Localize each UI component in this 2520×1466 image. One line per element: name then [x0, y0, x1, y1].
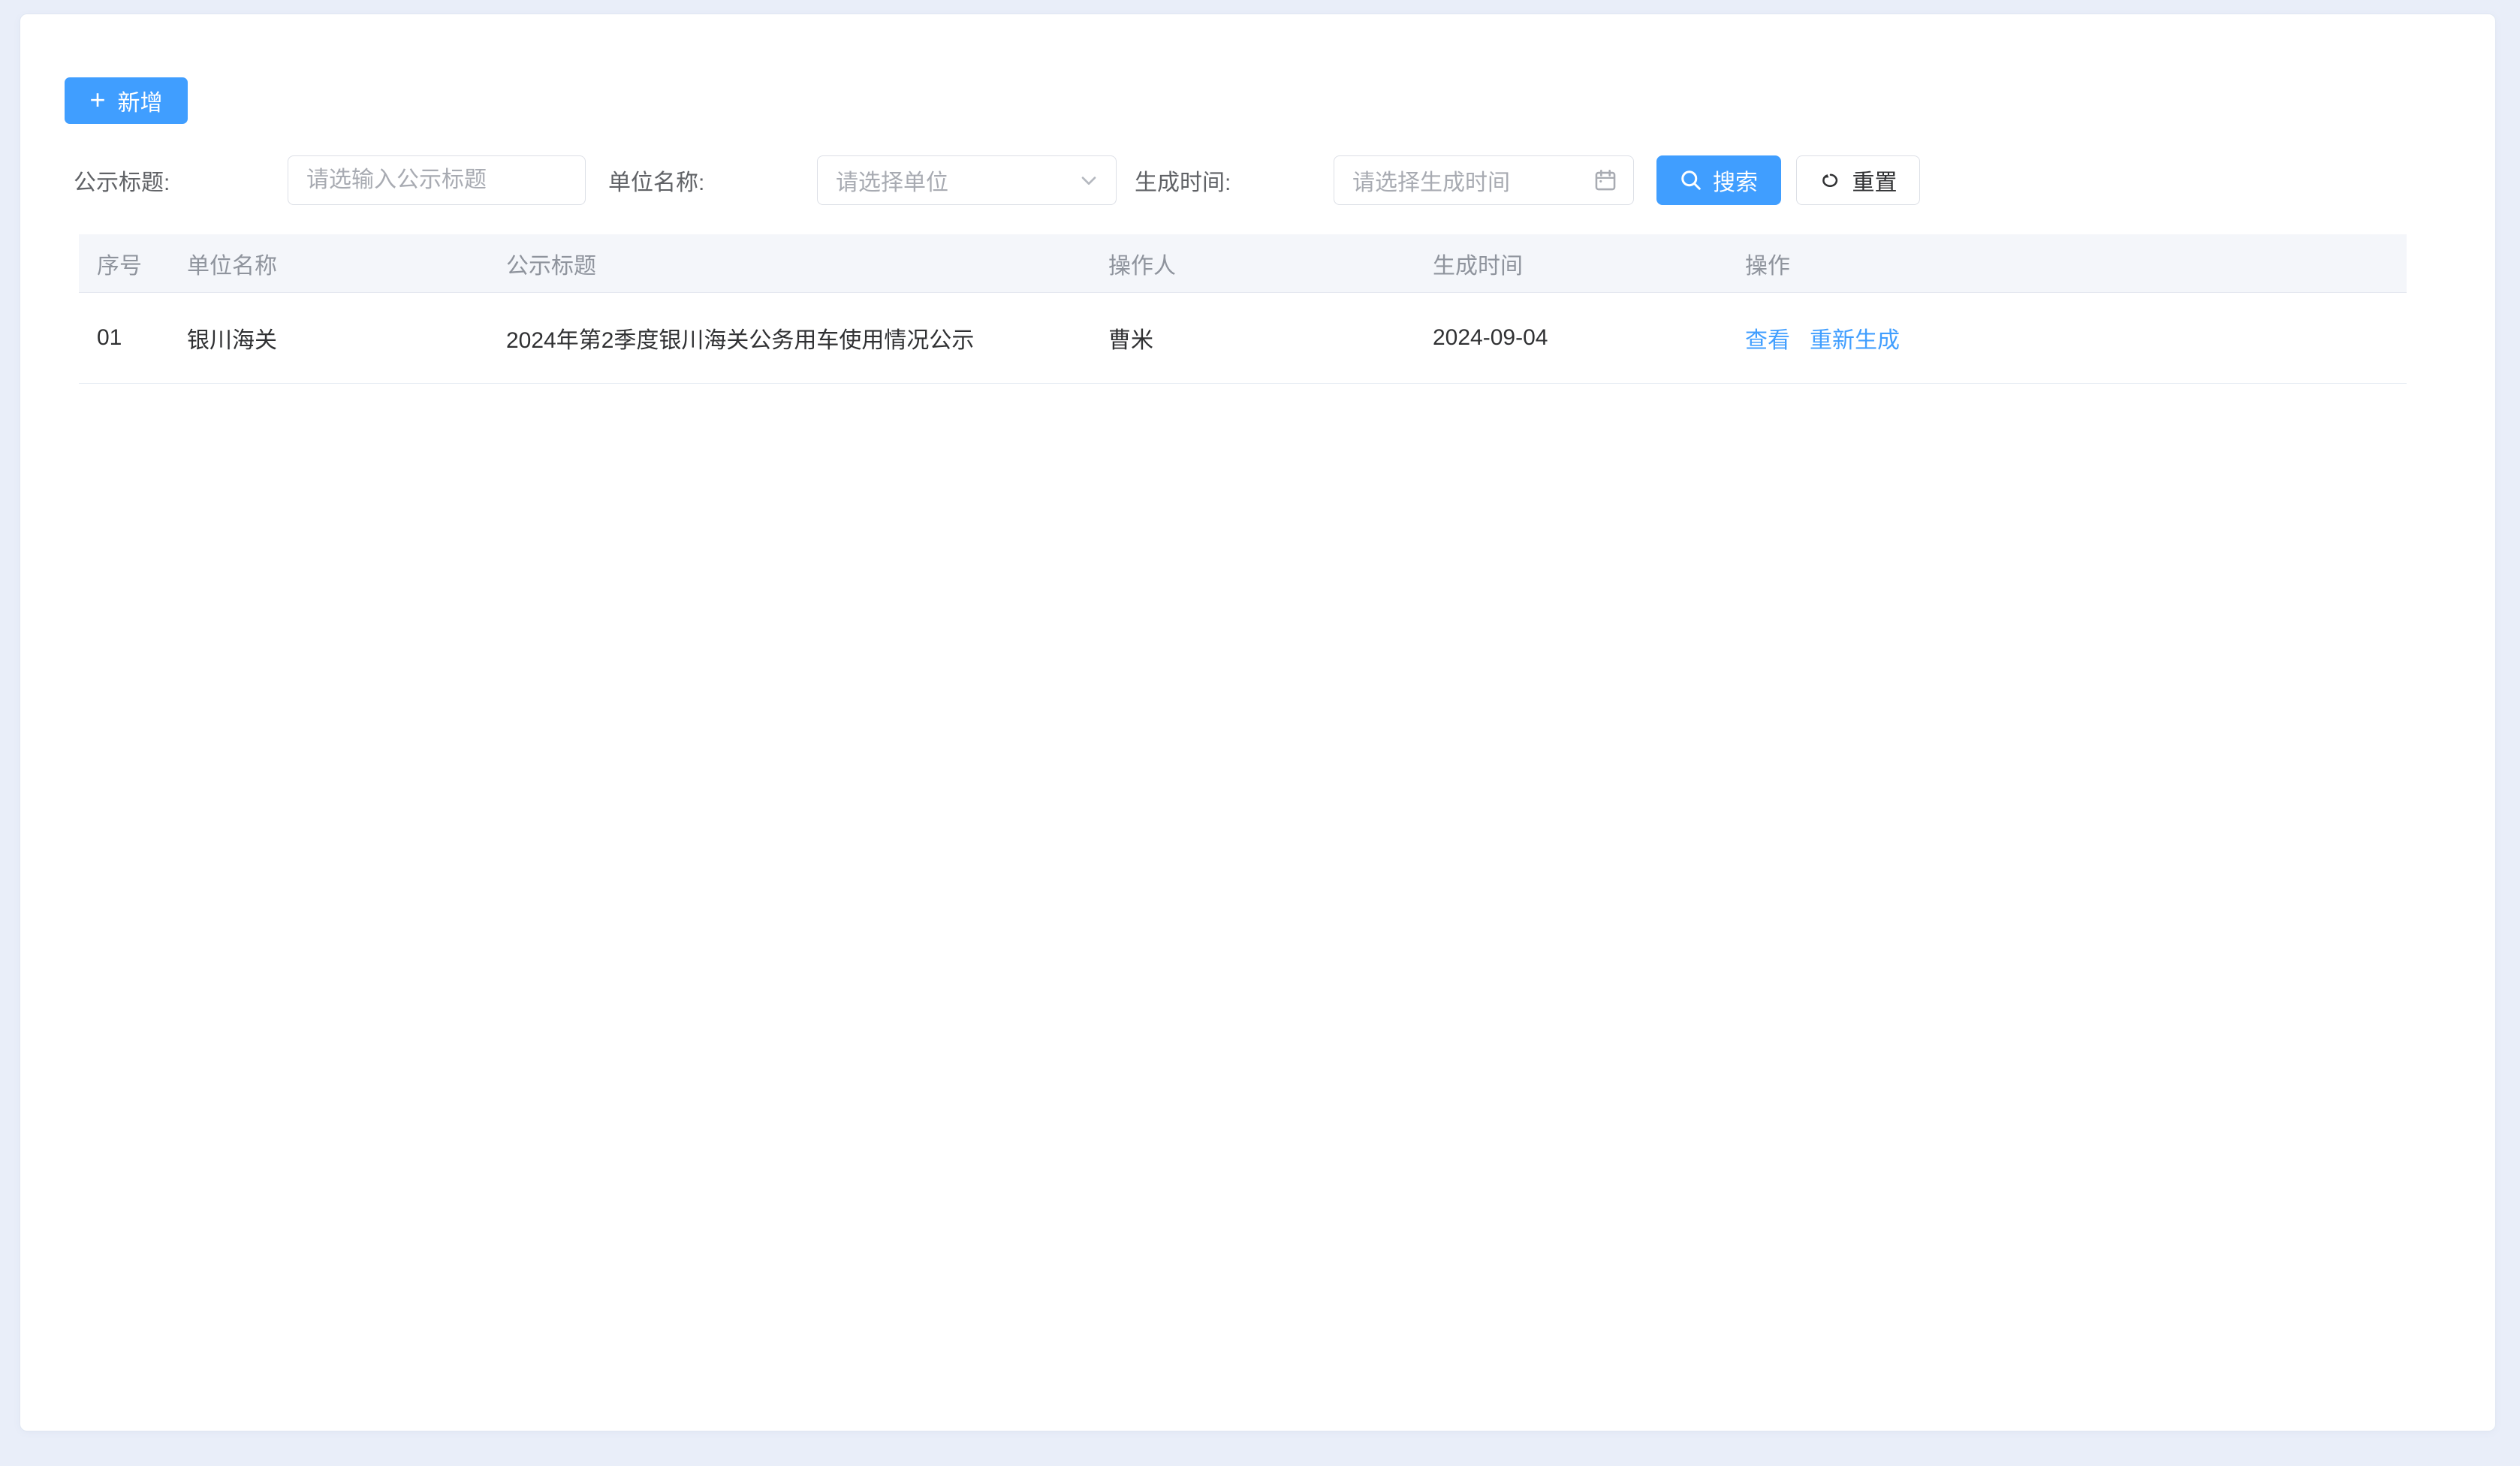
reset-button-label: 重置 [1852, 164, 1898, 197]
cell-seq: 01 [79, 293, 169, 383]
regenerate-link[interactable]: 重新生成 [1810, 321, 1900, 354]
cell-unit: 银川海关 [169, 293, 488, 383]
title-filter-label: 公示标题: [74, 164, 288, 197]
calendar-icon [1593, 167, 1618, 193]
col-header-operator: 操作人 [1090, 234, 1415, 292]
reset-button[interactable]: 重置 [1796, 155, 1920, 205]
time-picker-input[interactable]: 请选择生成时间 [1334, 155, 1634, 205]
time-filter-label: 生成时间: [1135, 164, 1334, 197]
cell-actions: 查看 重新生成 [1727, 293, 2407, 383]
notice-table: 序号 单位名称 公示标题 操作人 生成时间 操作 01 银川海关 2024年第2… [79, 234, 2407, 384]
col-header-unit: 单位名称 [169, 234, 488, 292]
table-header-row: 序号 单位名称 公示标题 操作人 生成时间 操作 [79, 234, 2407, 293]
cell-generated-at: 2024-09-04 [1415, 293, 1727, 383]
add-button[interactable]: + 新增 [65, 77, 188, 124]
col-header-actions: 操作 [1727, 234, 2407, 292]
cell-title: 2024年第2季度银川海关公务用车使用情况公示 [488, 293, 1090, 383]
search-button[interactable]: 搜索 [1656, 155, 1781, 205]
add-button-label: 新增 [118, 84, 163, 117]
content-card: + 新增 公示标题: 单位名称: 请选择单位 生成时间: 请选择生成时间 [20, 14, 2496, 1431]
view-link[interactable]: 查看 [1745, 321, 1790, 354]
time-picker-placeholder: 请选择生成时间 [1352, 164, 1593, 197]
search-button-label: 搜索 [1713, 164, 1758, 197]
chevron-down-icon [1077, 168, 1101, 192]
col-header-title: 公示标题 [488, 234, 1090, 292]
search-icon [1680, 169, 1702, 192]
unit-select-placeholder: 请选择单位 [836, 164, 1077, 197]
filter-bar: 公示标题: 单位名称: 请选择单位 生成时间: 请选择生成时间 [74, 155, 2495, 206]
plus-icon: + [89, 86, 105, 113]
refresh-left-icon [1819, 169, 1842, 192]
col-header-generated-at: 生成时间 [1415, 234, 1727, 292]
unit-select[interactable]: 请选择单位 [817, 155, 1117, 205]
cell-operator: 曹米 [1090, 293, 1415, 383]
title-filter-input[interactable] [288, 155, 586, 205]
col-header-seq: 序号 [79, 234, 169, 292]
unit-filter-label: 单位名称: [608, 164, 817, 197]
table-row: 01 银川海关 2024年第2季度银川海关公务用车使用情况公示 曹米 2024-… [79, 293, 2407, 384]
